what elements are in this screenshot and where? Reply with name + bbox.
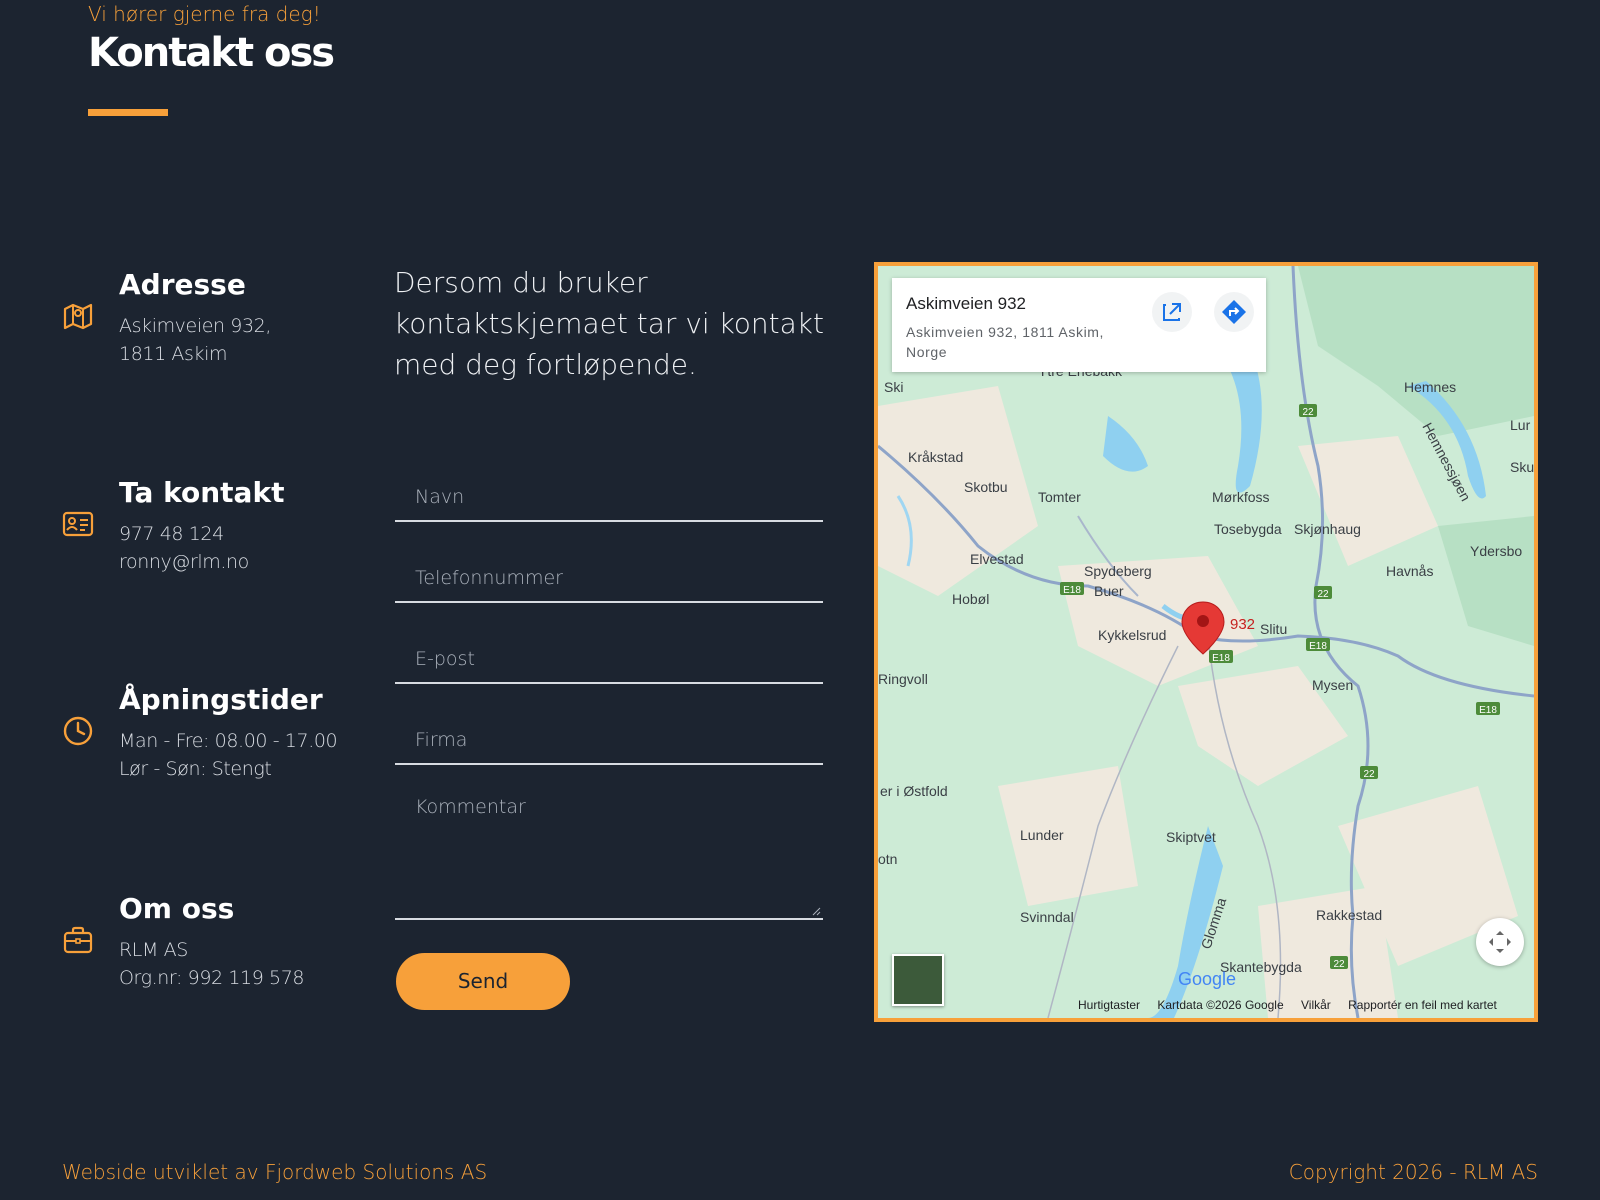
- hours-weekend: Lør - Søn: Stengt: [119, 758, 272, 780]
- address-line-2: 1811 Askim: [119, 343, 228, 365]
- contact-email[interactable]: ronny@rlm.no: [119, 551, 249, 573]
- address-title: Adresse: [119, 268, 246, 301]
- map-label: Lur: [1510, 417, 1531, 433]
- road-shield-e18-icon: E18: [1209, 650, 1233, 664]
- pin-label: 932: [1230, 616, 1255, 633]
- map-label: Slitu: [1260, 621, 1287, 637]
- map-label: Lunder: [1020, 827, 1064, 843]
- footer-copyright: Copyright 2026 - RLM AS: [1288, 1160, 1538, 1184]
- fullscreen-button[interactable]: [1476, 918, 1524, 966]
- google-logo-text: Google: [1178, 969, 1237, 989]
- road-shield-e18-icon: E18: [1476, 702, 1500, 716]
- place-info-card: Askimveien 932 Askimveien 932, 1811 Aski…: [892, 278, 1266, 372]
- road-shield-label: E18: [1309, 641, 1327, 652]
- terms-link[interactable]: Vilkår: [1301, 998, 1331, 1012]
- map-label: Tosebygda: [1214, 521, 1282, 537]
- google-logo: Google: [1178, 969, 1236, 990]
- map-label: Spydeberg: [1084, 563, 1152, 579]
- about-company: RLM AS: [119, 939, 188, 961]
- send-button[interactable]: Send: [396, 953, 570, 1010]
- map-label: Svinndal: [1020, 909, 1074, 925]
- road-shield-22-icon: 22: [1314, 586, 1332, 600]
- comment-textarea[interactable]: Kommentar: [395, 788, 823, 920]
- road-shield-e18-icon: E18: [1060, 582, 1084, 596]
- title-underline: [88, 109, 168, 116]
- contact-card-icon: [62, 511, 94, 537]
- name-input[interactable]: Navn: [395, 470, 823, 522]
- road-shield-label: E18: [1212, 653, 1230, 664]
- map-label: Tomter: [1038, 489, 1081, 505]
- phone-input[interactable]: Telefonnummer: [395, 551, 823, 603]
- road-shield-e18-icon: E18: [1306, 638, 1330, 652]
- map-label: Ski: [884, 379, 903, 395]
- resize-handle-icon[interactable]: [812, 907, 821, 916]
- hours-title: Åpningstider: [119, 683, 323, 716]
- map-label: Buer: [1094, 583, 1124, 599]
- contact-phone[interactable]: 977 48 124: [119, 523, 224, 545]
- external-link-icon: [1163, 303, 1181, 321]
- place-address: Askimveien 932, 1811 Askim, Norge: [906, 324, 1105, 360]
- map-label: Mysen: [1312, 677, 1353, 693]
- place-title: Askimveien 932: [906, 294, 1027, 313]
- road-shield-22-icon: 22: [1360, 766, 1378, 780]
- about-title: Om oss: [119, 892, 235, 925]
- email-placeholder: E-post: [415, 648, 475, 670]
- footer-developer-credit[interactable]: Webside utviklet av Fjordweb Solutions A…: [62, 1160, 487, 1184]
- road-shield-label: 22: [1363, 769, 1375, 780]
- satellite-toggle-button[interactable]: [892, 954, 944, 1006]
- directions-button[interactable]: [1214, 292, 1254, 332]
- about-orgnr: Org.nr: 992 119 578: [119, 967, 305, 989]
- directions-icon: [1222, 300, 1246, 324]
- map-label: otn: [878, 851, 897, 867]
- map-label: Mørkfoss: [1212, 489, 1270, 505]
- road-shield-22-icon: 22: [1299, 404, 1317, 418]
- company-placeholder: Firma: [415, 729, 468, 751]
- map-embed[interactable]: E18 E18 E18 E18 22 22 22 22 Hemnes Lur S…: [874, 262, 1538, 1022]
- road-shield-label: 22: [1302, 407, 1314, 418]
- road-shield-label: E18: [1063, 585, 1081, 596]
- map-icon: [63, 303, 93, 330]
- map-canvas[interactable]: E18 E18 E18 E18 22 22 22 22 Hemnes Lur S…: [878, 266, 1534, 1018]
- section-eyebrow: Vi hører gjerne fra deg!: [88, 2, 321, 26]
- map-label: Hobøl: [952, 591, 989, 607]
- map-label: Havnås: [1386, 563, 1433, 579]
- map-label: Sku: [1510, 459, 1534, 475]
- map-label: Ydersbo: [1470, 543, 1522, 559]
- hours-weekdays: Man - Fre: 08.00 - 17.00: [119, 730, 338, 752]
- road-shield-label: 22: [1333, 959, 1345, 970]
- clock-icon: [63, 716, 93, 746]
- contact-title: Ta kontakt: [119, 476, 285, 509]
- open-in-maps-button[interactable]: [1152, 292, 1192, 332]
- road-shield-label: 22: [1317, 589, 1329, 600]
- map-label: Skiptvet: [1166, 829, 1216, 845]
- map-label: Hemnes: [1404, 379, 1456, 395]
- map-label: Rakkestad: [1316, 907, 1382, 923]
- road-shield-22-icon: 22: [1330, 956, 1348, 970]
- email-input[interactable]: E-post: [395, 632, 823, 684]
- name-placeholder: Navn: [415, 486, 465, 508]
- map-label: er i Østfold: [880, 783, 948, 799]
- map-data-credit: Kartdata ©2026 Google: [1157, 998, 1284, 1012]
- map-label: Skotbu: [964, 479, 1008, 495]
- road-shield-label: E18: [1479, 705, 1497, 716]
- map-label: Elvestad: [970, 551, 1024, 567]
- address-line-1: Askimveien 932,: [119, 315, 271, 337]
- map-label: Skjønhaug: [1294, 521, 1361, 537]
- map-label: Kykkelsrud: [1098, 627, 1166, 643]
- briefcase-icon: [63, 926, 93, 954]
- fullscreen-icon: [1489, 931, 1511, 953]
- map-label: Kråkstad: [908, 449, 963, 465]
- map-attribution: Hurtigtaster Kartdata ©2026 Google Vilkå…: [1078, 998, 1511, 1012]
- report-error-link[interactable]: Rapportér en feil med kartet: [1348, 998, 1497, 1012]
- comment-placeholder: Kommentar: [415, 796, 526, 818]
- phone-placeholder: Telefonnummer: [415, 567, 563, 589]
- keyboard-shortcuts-link[interactable]: Hurtigtaster: [1078, 998, 1140, 1012]
- company-input[interactable]: Firma: [395, 713, 823, 765]
- page-title: Kontakt oss: [88, 30, 335, 76]
- map-label: Ringvoll: [878, 671, 928, 687]
- form-intro: Dersom du bruker kontaktskjemaet tar vi …: [394, 266, 824, 381]
